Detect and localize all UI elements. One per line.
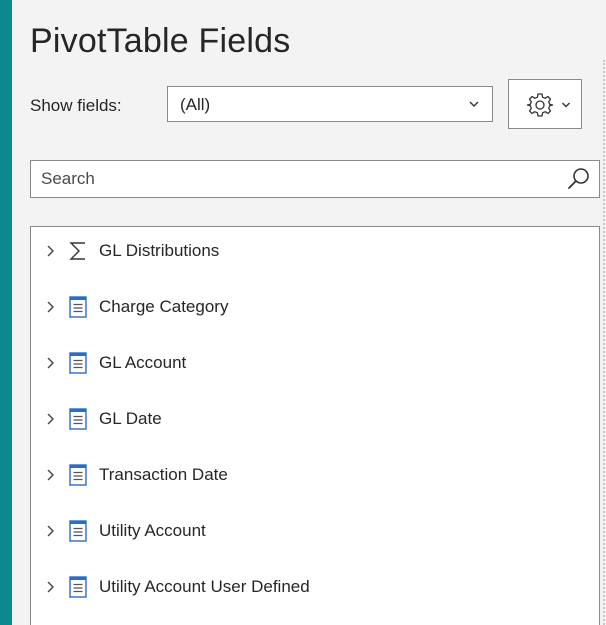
chevron-right-icon[interactable]	[45, 412, 55, 426]
field-label: Utility Account User Defined	[99, 577, 310, 596]
search-input[interactable]	[31, 161, 561, 197]
field-item-utility-account[interactable]: Utility Account	[31, 511, 599, 551]
chevron-right-icon[interactable]	[45, 468, 55, 482]
field-label: GL Date	[99, 409, 162, 428]
show-fields-label: Show fields:	[30, 96, 122, 115]
sigma-icon	[69, 242, 85, 260]
pane-resize-edge[interactable]	[603, 60, 605, 625]
show-fields-dropdown[interactable]: (All)	[167, 86, 493, 122]
tools-button[interactable]	[508, 79, 582, 129]
field-item-utility-account-user-defined[interactable]: Utility Account User Defined	[31, 567, 599, 607]
field-item-charge-category[interactable]: Charge Category	[31, 287, 599, 327]
field-label: GL Distributions	[99, 241, 220, 260]
field-item-transaction-date[interactable]: Transaction Date	[31, 455, 599, 495]
chevron-right-icon[interactable]	[45, 524, 55, 538]
chevron-right-icon[interactable]	[45, 356, 55, 370]
search-box[interactable]	[30, 160, 600, 198]
search-icon[interactable]	[567, 167, 591, 191]
pane-title: PivotTable Fields	[30, 22, 291, 60]
field-list: GL Distributions Charge Category GL Acco…	[30, 226, 600, 625]
field-label: Charge Category	[99, 297, 229, 316]
field-label: Transaction Date	[99, 465, 228, 484]
field-label: GL Account	[99, 353, 187, 372]
table-icon	[69, 352, 87, 374]
table-icon	[69, 296, 87, 318]
table-icon	[69, 576, 87, 598]
chevron-right-icon[interactable]	[45, 300, 55, 314]
pivot-fields-pane: PivotTable Fields Show fields: (All) Sea…	[12, 0, 606, 625]
field-item-gl-date[interactable]: GL Date	[31, 399, 599, 439]
chevron-down-icon	[469, 101, 479, 107]
table-icon	[69, 520, 87, 542]
tools-chevron-down-icon	[562, 102, 570, 108]
chevron-right-icon[interactable]	[45, 580, 55, 594]
field-item-gl-distributions[interactable]: GL Distributions	[31, 231, 599, 271]
field-label: Utility Account	[99, 521, 206, 540]
gear-icon	[527, 93, 553, 117]
table-icon	[69, 464, 87, 486]
chevron-right-icon[interactable]	[45, 244, 55, 258]
field-item-gl-account[interactable]: GL Account	[31, 343, 599, 383]
show-fields-selected-value: (All)	[180, 95, 211, 114]
table-icon	[69, 408, 87, 430]
